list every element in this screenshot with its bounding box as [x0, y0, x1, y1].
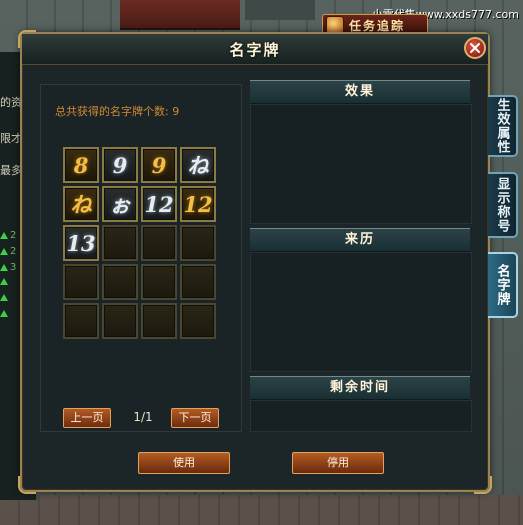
upgrade-arrow-icon	[0, 232, 8, 239]
name-plate-slot[interactable]: 9	[141, 147, 177, 183]
quest-tracking-label: 任务追踪	[349, 18, 406, 33]
name-plate-slot[interactable]	[180, 225, 216, 261]
name-plate-slot[interactable]: ね	[63, 186, 99, 222]
name-plate-glyph: 13	[66, 230, 96, 256]
name-plate-slot[interactable]	[141, 225, 177, 261]
upgrade-arrow-icon	[0, 248, 8, 255]
name-plate-slot[interactable]	[180, 264, 216, 300]
name-plate-slot[interactable]	[180, 303, 216, 339]
prev-page-button[interactable]: 上一页	[63, 408, 111, 428]
tab-name-plate[interactable]: 名字牌	[488, 252, 518, 318]
close-button[interactable]	[464, 37, 486, 59]
tab-active-attributes[interactable]: 生效属性	[488, 95, 518, 157]
name-plate-slot[interactable]: ぉ	[102, 186, 138, 222]
name-plate-slot[interactable]	[102, 303, 138, 339]
stat-upgrade-row[interactable]	[0, 294, 8, 301]
tab-label: 名字牌	[494, 264, 510, 306]
name-plate-glyph: ね	[187, 152, 209, 178]
effect-section-body	[250, 104, 472, 224]
close-icon	[470, 43, 480, 53]
tab-display-title[interactable]: 显示称号	[488, 172, 518, 238]
name-plate-grid: 8 9 9 ねねぉ 12 12 13	[63, 147, 216, 339]
name-plate-slot[interactable]: 12	[141, 186, 177, 222]
name-plate-glyph: 8	[73, 152, 89, 178]
name-plate-slot[interactable]: 13	[63, 225, 99, 261]
name-plate-glyph: 9	[112, 152, 128, 178]
name-plate-glyph: ぉ	[109, 191, 131, 217]
pagination: 上一页 1/1 下一页	[63, 408, 221, 430]
tab-label: 显示称号	[494, 177, 510, 233]
total-name-plates-text: 总共获得的名字牌个数: 9	[55, 105, 180, 118]
name-plate-slot[interactable]	[141, 264, 177, 300]
name-plate-slot[interactable]: 8	[63, 147, 99, 183]
name-plate-inventory: 总共获得的名字牌个数: 9 8 9 9 ねねぉ 12 12 13 上一页 1/1 下一页	[40, 84, 242, 432]
name-plate-slot[interactable]	[141, 303, 177, 339]
disable-button[interactable]: 停用	[292, 452, 384, 474]
effect-section-header: 效果	[250, 80, 470, 104]
next-page-button[interactable]: 下一页	[171, 408, 219, 428]
name-plate-slot[interactable]	[63, 264, 99, 300]
name-plate-slot[interactable]: 12	[180, 186, 216, 222]
name-plate-slot[interactable]: 9	[102, 147, 138, 183]
name-plate-slot[interactable]	[102, 225, 138, 261]
name-plate-glyph: ね	[70, 191, 92, 217]
stat-upgrade-row[interactable]	[0, 310, 8, 317]
building-roof	[120, 0, 240, 30]
remaining-time-section-header: 剩余时间	[250, 376, 470, 400]
dialog-titlebar[interactable]: 名字牌	[22, 34, 488, 65]
name-plate-dialog: 名字牌 总共获得的名字牌个数: 9 8 9 9 ねねぉ 12 12 13 上一页 1/1 下…	[18, 30, 492, 494]
remaining-time-section-body	[250, 400, 472, 432]
ground-floor	[0, 495, 523, 525]
upgrade-arrow-icon	[0, 310, 8, 317]
upgrade-arrow-icon	[0, 278, 8, 285]
upgrade-arrow-icon	[0, 294, 8, 301]
source-section-body	[250, 252, 472, 372]
building-wall	[245, 0, 315, 20]
source-section-header: 来历	[250, 228, 470, 252]
frame-corner-ornament	[18, 476, 36, 494]
name-plate-slot[interactable]	[63, 303, 99, 339]
name-plate-glyph: 12	[144, 191, 174, 217]
name-plate-slot[interactable]	[102, 264, 138, 300]
dialog-title: 名字牌	[229, 41, 281, 59]
name-plate-glyph: 9	[151, 152, 167, 178]
stat-upgrade-row[interactable]	[0, 278, 8, 285]
name-plate-glyph: 12	[183, 191, 213, 217]
tab-label: 生效属性	[494, 98, 510, 154]
use-button[interactable]: 使用	[138, 452, 230, 474]
upgrade-arrow-icon	[0, 264, 8, 271]
frame-corner-ornament	[474, 476, 492, 494]
page-indicator: 1/1	[133, 410, 153, 424]
name-plate-slot[interactable]: ね	[180, 147, 216, 183]
